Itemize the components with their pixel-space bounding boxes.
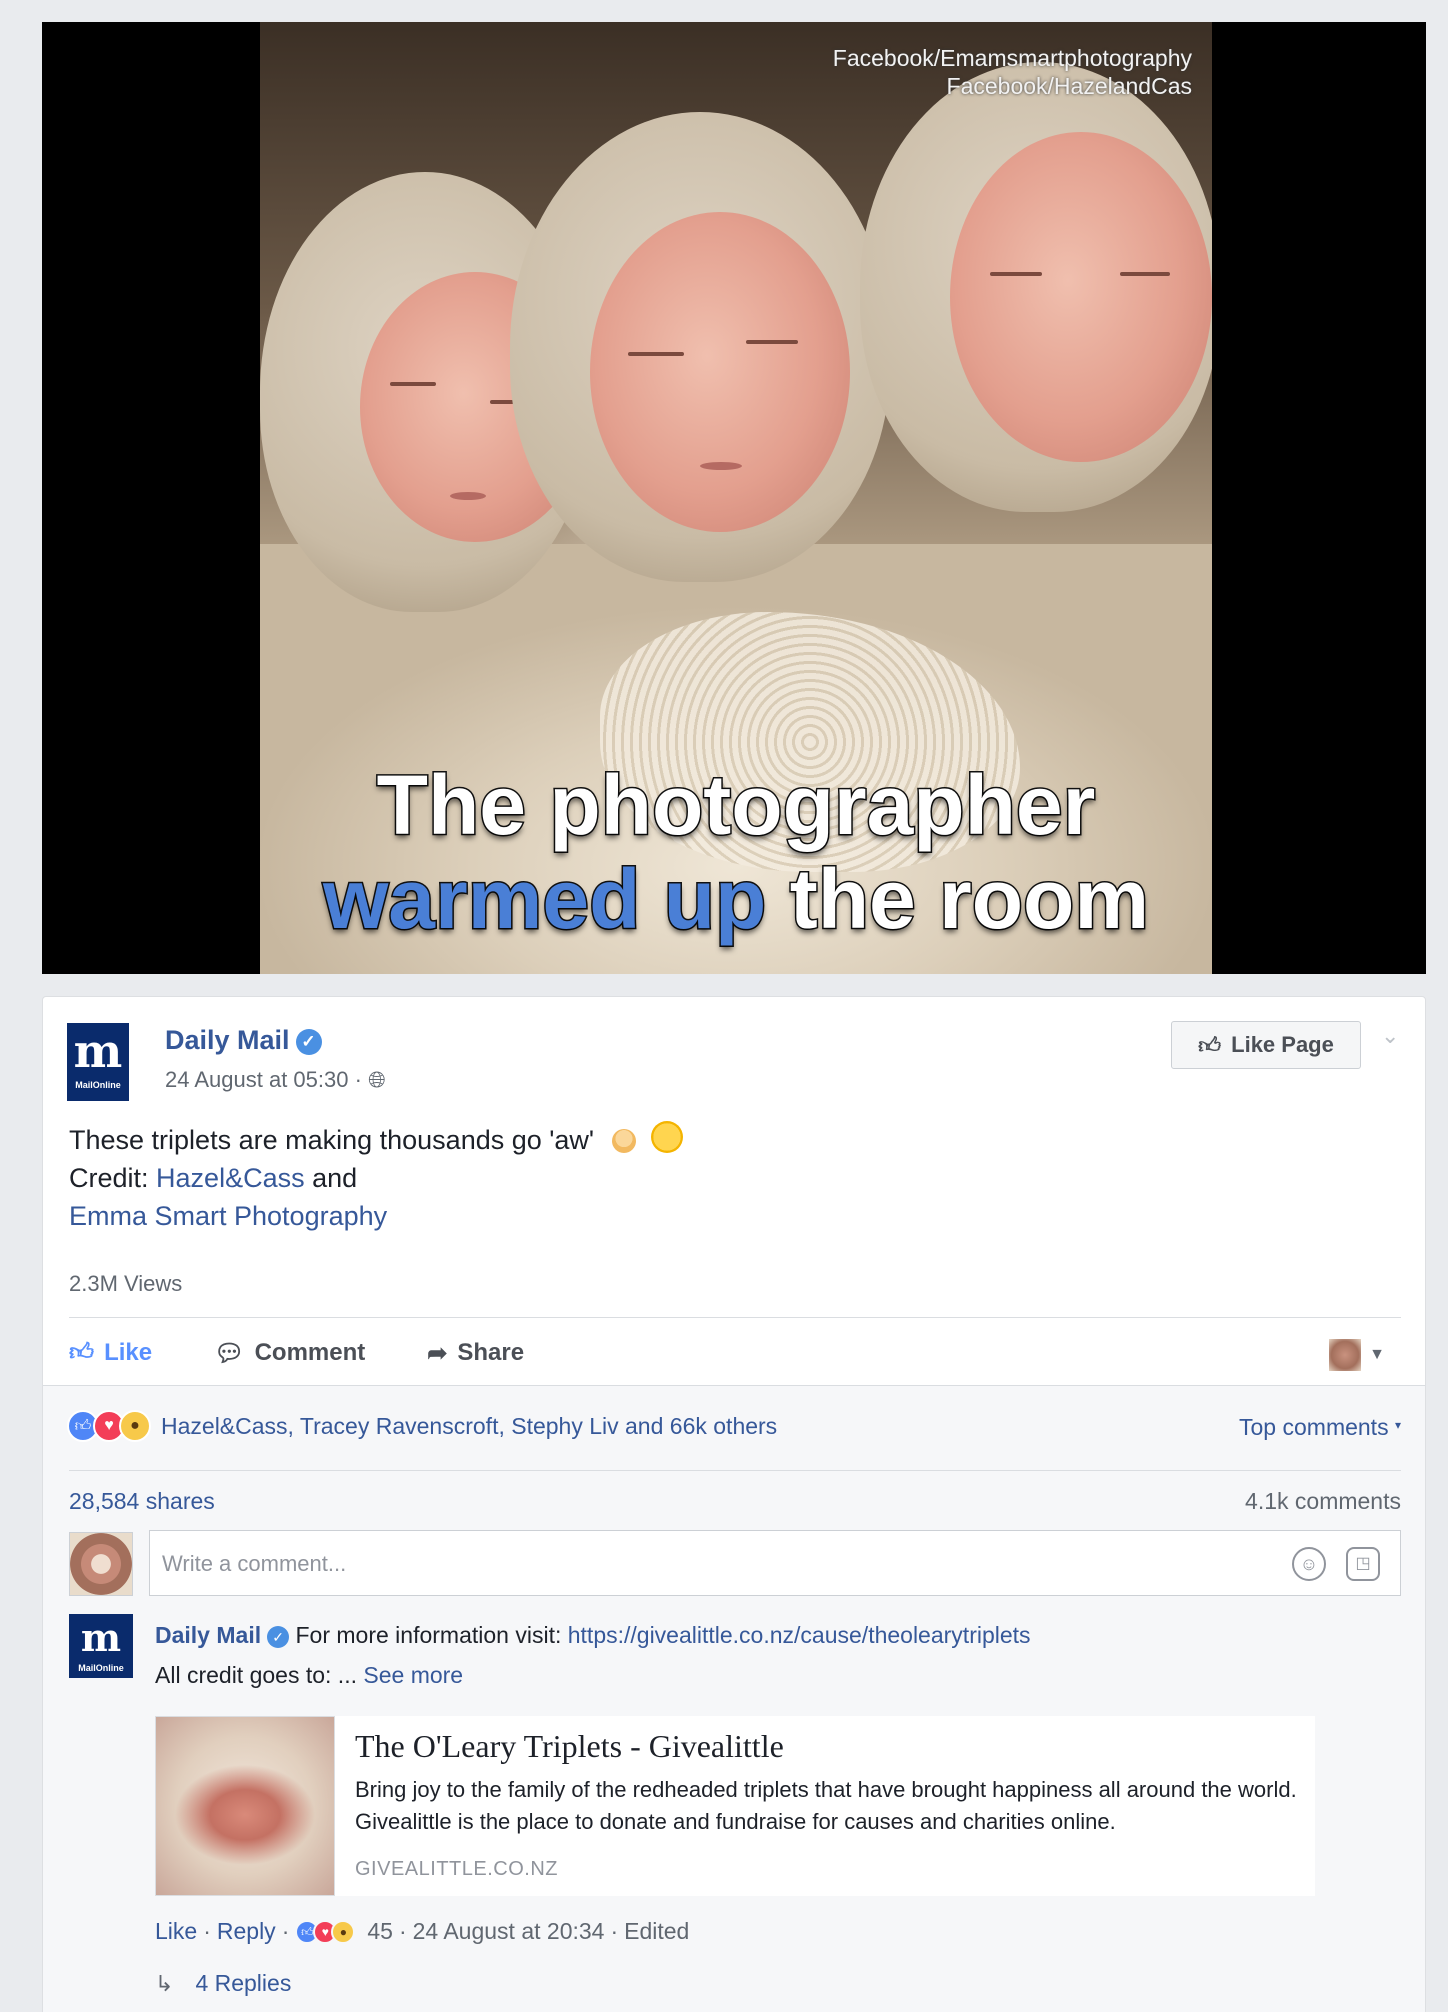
sticker-icon[interactable]: ◳ (1346, 1547, 1380, 1581)
shares-count[interactable]: 28,584 shares (69, 1488, 215, 1515)
share-button[interactable]: ➦ Share (427, 1339, 524, 1368)
video-watermark: Facebook/Emamsmartphotography Facebook/H… (832, 45, 1192, 99)
like-button[interactable]: 👍︎ Like (69, 1339, 152, 1367)
comments-count[interactable]: 4.1k comments (1245, 1488, 1401, 1515)
share-arrow-icon: ➦ (427, 1339, 448, 1367)
haha-reaction-icon: ● (331, 1919, 356, 1944)
baby-face (590, 212, 850, 532)
post-action-bar: 👍︎ Like 💬︎ Comment ➦ Share ▼ (69, 1333, 1401, 1373)
comment-button[interactable]: 💬︎ Comment (214, 1339, 365, 1368)
like-page-button[interactable]: 👍︎ Like Page (1171, 1021, 1361, 1069)
reactors-list[interactable]: Hazel&Cass, Tracey Ravenscroft, Stephy L… (161, 1413, 777, 1440)
post-options-chevron-icon[interactable]: ⌄ (1381, 1023, 1399, 1049)
caret-down-icon: ▼ (1369, 1346, 1385, 1363)
reply-arrow-icon: ↳ (155, 1970, 174, 1996)
thumbs-up-icon: 👍︎ (1198, 1032, 1222, 1058)
thumbs-up-icon: 👍︎ (69, 1339, 95, 1366)
emoji-picker-icon[interactable]: ☺ (1292, 1547, 1326, 1581)
video-caption: The photographer warmed up the room (321, 757, 1150, 948)
comment-author-link[interactable]: Daily Mail (155, 1622, 261, 1648)
video-player[interactable]: Facebook/Emamsmartphotography Facebook/H… (42, 22, 1426, 974)
avatar (1329, 1339, 1362, 1371)
video-frame: Facebook/Emamsmartphotography Facebook/H… (260, 22, 1212, 974)
view-count: 2.3M Views (69, 1271, 183, 1296)
link-preview-card[interactable]: The O'Leary Triplets - Givealittle Bring… (155, 1716, 1315, 1896)
comment-input[interactable]: Write a comment... ☺ ◳ (149, 1530, 1401, 1596)
givealittle-link[interactable]: https://givealittle.co.nz/cause/theolear… (568, 1622, 1031, 1648)
comment-like-link[interactable]: Like (155, 1918, 197, 1945)
avatar (69, 1532, 133, 1596)
reaction-summary[interactable]: 👍︎ ♥ ● Hazel&Cass, Tracey Ravenscroft, S… (67, 1410, 777, 1442)
credit-link-hazel-cass[interactable]: Hazel&Cass (156, 1163, 305, 1193)
page-avatar[interactable]: m MailOnline (67, 1023, 129, 1101)
caret-down-icon: ▾ (1394, 1418, 1401, 1432)
post-text: These triplets are making thousands go '… (69, 1121, 684, 1235)
globe-icon: 🌐︎ (368, 1067, 386, 1092)
page-name-link[interactable]: Daily Mail ✓ (165, 1025, 322, 1056)
divider (69, 1317, 1401, 1318)
actor-selector[interactable]: ▼ (1329, 1339, 1385, 1371)
heart-eyes-emoji-icon (651, 1121, 684, 1153)
post-card: m MailOnline Daily Mail ✓ 24 August at 05… (42, 996, 1426, 2012)
see-more-link[interactable]: See more (363, 1662, 463, 1688)
link-preview-image (155, 1716, 335, 1896)
credit-link-emma-smart[interactable]: Emma Smart Photography (69, 1201, 387, 1231)
link-preview-description: Bring joy to the family of the redheaded… (355, 1777, 1297, 1834)
comment-body: Daily Mail ✓ For more information visit: … (155, 1622, 1031, 1688)
baby-emoji-icon (611, 1129, 636, 1153)
comment-time[interactable]: 24 August at 20:34 (413, 1918, 605, 1945)
baby-face (950, 132, 1212, 462)
verified-badge-icon: ✓ (295, 1029, 322, 1055)
post-timestamp[interactable]: 24 August at 05:30 · 🌐︎ (165, 1067, 386, 1093)
wow-reaction-icon: ● (119, 1410, 151, 1442)
divider (69, 1470, 1401, 1471)
verified-badge-icon: ✓ (267, 1626, 290, 1648)
comments-section: 👍︎ ♥ ● Hazel&Cass, Tracey Ravenscroft, S… (43, 1385, 1425, 2012)
view-replies-link[interactable]: ↳ 4 Replies (155, 1970, 291, 1997)
comment-reactions[interactable]: 👍︎ ♥ ● (295, 1919, 356, 1944)
comment-meta: Like · Reply · 👍︎ ♥ ● 45 · 24 August at 20:… (155, 1918, 690, 1945)
speech-bubble-icon: 💬︎ (214, 1339, 245, 1367)
comment-sort-dropdown[interactable]: Top comments ▾ (1239, 1414, 1401, 1441)
commenter-avatar[interactable]: m MailOnline (69, 1614, 133, 1678)
link-preview-title[interactable]: The O'Leary Triplets - Givealittle (355, 1728, 784, 1765)
comment-reply-link[interactable]: Reply (217, 1918, 276, 1945)
link-preview-domain: GIVEALITTLE.CO.NZ (355, 1858, 558, 1880)
